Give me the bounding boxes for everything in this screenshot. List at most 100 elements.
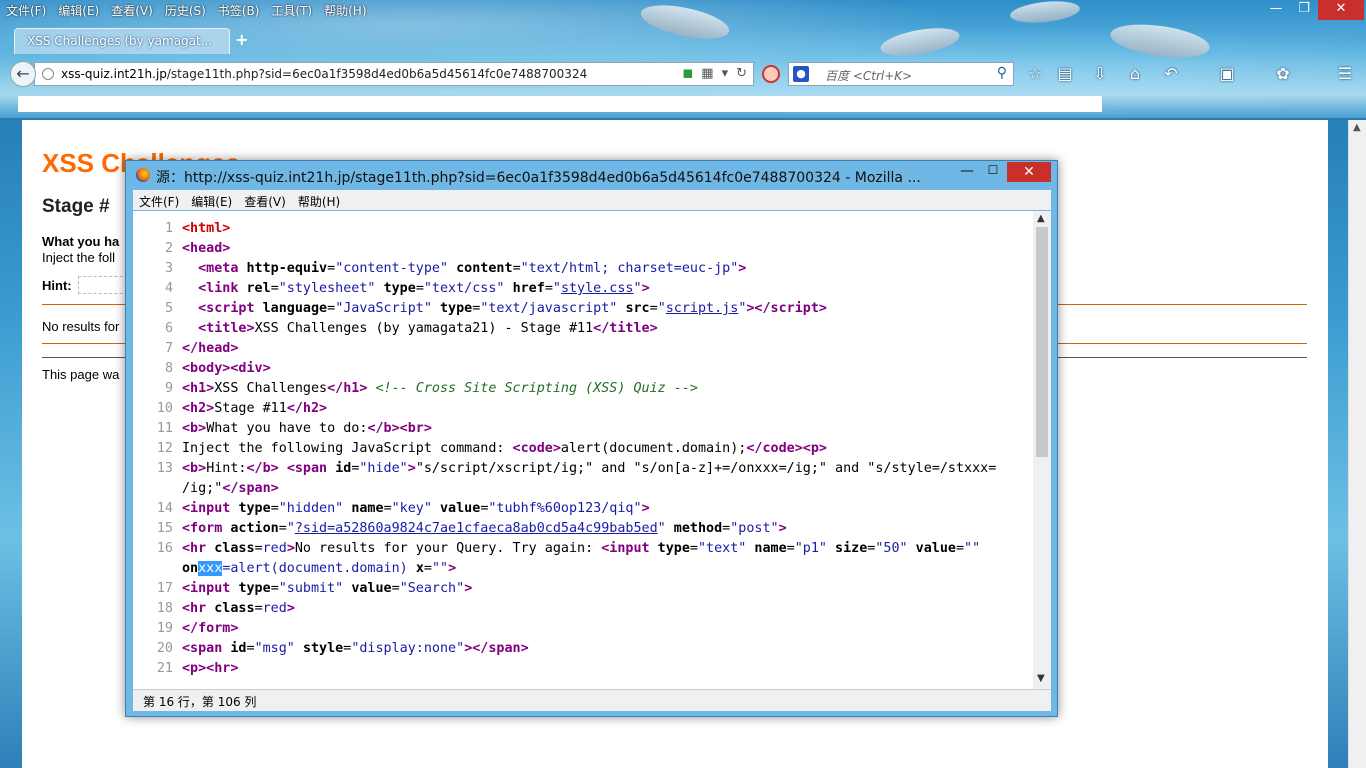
code-line: <hr class=red>No results for your Query.… — [182, 541, 981, 556]
line-number: 20 — [156, 641, 173, 656]
line-number: 8 — [164, 361, 173, 376]
code-line: <h1>XSS Challenges</h1> <!-- Cross Site … — [182, 381, 698, 396]
code-line: </head> — [182, 341, 239, 356]
code-line: <script language="JavaScript" type="text… — [198, 301, 827, 316]
menu-tools[interactable]: 工具(T) — [265, 0, 318, 20]
source-menu-view[interactable]: 查看(V) — [238, 190, 292, 210]
scroll-down-icon[interactable]: ▼ — [1037, 673, 1045, 684]
line-number: 7 — [164, 341, 173, 356]
code-line: <p><hr> — [182, 661, 239, 676]
source-menu-file[interactable]: 文件(F) — [133, 190, 185, 210]
line-number: 11 — [156, 421, 173, 436]
code-line: <b>What you have to do:</b><br> — [182, 421, 432, 436]
minimize-button[interactable]: — — [1262, 0, 1290, 20]
cursor-position: 第 16 行，第 106 列 — [143, 695, 257, 709]
new-tab-button[interactable]: + — [235, 30, 248, 49]
crop-icon[interactable]: ▣ — [1216, 64, 1238, 84]
globe-icon — [42, 68, 54, 80]
code-line: <title>XSS Challenges (by yamagata21) - … — [198, 321, 658, 336]
code-line: <head> — [182, 241, 231, 256]
menu-edit[interactable]: 编辑(E) — [52, 0, 105, 20]
dropdown-icon[interactable]: ▾ — [722, 66, 729, 81]
page-scrollbar[interactable]: ▲ — [1348, 120, 1366, 768]
code-line: <input type="hidden" name="key" value="t… — [182, 501, 650, 516]
inject-text: Inject the foll — [42, 250, 115, 265]
source-menubar: 文件(F) 编辑(E) 查看(V) 帮助(H) — [133, 190, 1051, 210]
code-line: <body><div> — [182, 361, 271, 376]
source-code[interactable]: 1 2 3 4 5 6 7 8 9 10 11 12 13 14 15 16 1… — [133, 219, 1028, 679]
url-bar[interactable]: xss-quiz.int21h.jp/stage11th.php?sid=6ec… — [34, 62, 754, 86]
maximize-button[interactable]: ❐ — [1290, 0, 1318, 20]
download-icon[interactable]: ⇩ — [1089, 64, 1111, 84]
line-number: 12 — [156, 441, 173, 456]
hamburger-menu-icon[interactable]: ☰ — [1334, 64, 1356, 84]
baidu-icon[interactable]: ● — [793, 66, 809, 82]
source-code-view[interactable]: 1 2 3 4 5 6 7 8 9 10 11 12 13 14 15 16 1… — [133, 211, 1051, 689]
extension-icon[interactable]: ✿ — [1272, 64, 1294, 84]
line-number: 1 — [164, 221, 173, 236]
line-number: 9 — [164, 381, 173, 396]
source-minimize-button[interactable]: — — [956, 163, 978, 179]
source-menu-help[interactable]: 帮助(H) — [292, 190, 346, 210]
close-button[interactable]: ✕ — [1318, 0, 1364, 20]
scroll-thumb[interactable] — [1036, 227, 1048, 457]
code-line: onxxx=alert(document.domain) x=""> — [182, 561, 457, 576]
code-line: <input type="submit" value="Search"> — [182, 581, 473, 596]
reading-list-icon[interactable]: ▤ — [1054, 64, 1076, 84]
bookmarks-toolbar — [18, 96, 1102, 112]
menu-view[interactable]: 查看(V) — [105, 0, 159, 20]
adblock-icon[interactable] — [762, 65, 780, 83]
stage-heading: Stage # — [42, 196, 110, 217]
menu-help[interactable]: 帮助(H) — [318, 0, 372, 20]
line-number: 6 — [164, 321, 173, 336]
selected-text: xxx — [198, 561, 223, 576]
search-bar[interactable]: ● 百度 <Ctrl+K> ⚲ — [788, 62, 1014, 86]
search-icon[interactable]: ⚲ — [997, 65, 1007, 81]
source-maximize-button[interactable]: ☐ — [982, 163, 1004, 177]
scroll-up-icon[interactable]: ▲ — [1037, 213, 1045, 224]
line-number: 14 — [156, 501, 173, 516]
footer-text: This page wa — [42, 367, 120, 382]
code-line: <link rel="stylesheet" type="text/css" h… — [198, 281, 650, 296]
source-menu-edit[interactable]: 编辑(E) — [185, 190, 238, 210]
no-results-text: No results for — [42, 319, 120, 334]
code-line: <h2>Stage #11</h2> — [182, 401, 328, 416]
line-number: 19 — [156, 621, 173, 636]
home-icon[interactable]: ⌂ — [1124, 64, 1146, 84]
code-line: <hr class=red> — [182, 601, 295, 616]
bookmark-star-icon[interactable]: ☆ — [1024, 64, 1046, 84]
code-line: <html> — [182, 221, 231, 236]
tab-xss-challenges[interactable]: XSS Challenges (by yamagat... — [14, 28, 230, 54]
menu-file[interactable]: 文件(F) — [0, 0, 52, 20]
code-line: <form action="?sid=a52860a9824c7ae1cfaec… — [182, 521, 787, 536]
line-number: 16 — [156, 541, 173, 556]
code-line: <span id="msg" style="display:none"></sp… — [182, 641, 529, 656]
view-source-window: 源：http://xss-quiz.int21h.jp/stage11th.ph… — [125, 160, 1058, 717]
task-label: What you ha — [42, 234, 120, 249]
hint-label: Hint: — [42, 278, 72, 293]
source-titlebar[interactable]: 源：http://xss-quiz.int21h.jp/stage11th.ph… — [126, 161, 1057, 189]
search-placeholder: 百度 <Ctrl+K> — [825, 69, 913, 83]
undo-icon[interactable]: ↶ — [1160, 64, 1182, 84]
line-number: 17 — [156, 581, 173, 596]
shield-icon[interactable]: ◼ — [682, 66, 693, 81]
tab-label: XSS Challenges (by yamagat... — [27, 34, 213, 48]
qr-icon[interactable]: ▦ — [701, 66, 713, 81]
browser-menubar: 文件(F) 编辑(E) 查看(V) 历史(S) 书签(B) 工具(T) 帮助(H… — [0, 0, 373, 20]
code-line: <b>Hint:</b> <span id="hide">"s/script/x… — [182, 461, 997, 476]
menu-bookmarks[interactable]: 书签(B) — [212, 0, 266, 20]
firefox-icon — [136, 168, 150, 182]
line-number: 18 — [156, 601, 173, 616]
source-scrollbar[interactable]: ▲ ▼ — [1033, 211, 1051, 689]
url-text[interactable]: xss-quiz.int21h.jp/stage11th.php?sid=6ec… — [61, 67, 587, 81]
line-number: 4 — [164, 281, 173, 296]
reload-icon[interactable]: ↻ — [736, 66, 747, 81]
line-number: 2 — [164, 241, 173, 256]
line-number: 3 — [164, 261, 173, 276]
menu-history[interactable]: 历史(S) — [159, 0, 212, 20]
back-button[interactable]: ← — [10, 61, 36, 87]
source-window-title: 源：http://xss-quiz.int21h.jp/stage11th.ph… — [156, 170, 921, 186]
line-number: 5 — [164, 301, 173, 316]
line-number: 13 — [156, 461, 173, 476]
source-close-button[interactable]: ✕ — [1007, 162, 1051, 182]
